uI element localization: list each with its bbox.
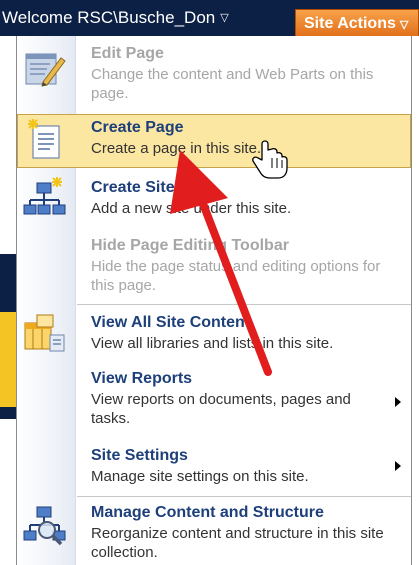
site-actions-menu: Edit Page Change the content and Web Par… bbox=[16, 36, 412, 565]
page-background-band bbox=[0, 407, 16, 419]
menu-item-site-settings[interactable]: Site Settings Manage site settings on th… bbox=[17, 442, 411, 492]
menu-item-view-reports[interactable]: View Reports View reports on documents, … bbox=[17, 365, 411, 439]
menu-item-create-page[interactable]: Create Page Create a page in this site. bbox=[17, 114, 411, 168]
menu-item-title: Hide Page Editing Toolbar bbox=[91, 237, 289, 254]
menu-separator bbox=[77, 496, 411, 497]
create-page-icon bbox=[23, 118, 67, 162]
menu-item-description: View all libraries and lists in this sit… bbox=[91, 335, 334, 352]
menu-item-title: View Reports bbox=[91, 370, 193, 387]
menu-item-description: View reports on documents, pages and tas… bbox=[91, 391, 351, 427]
menu-item-description: Reorganize content and structure in this… bbox=[91, 525, 384, 561]
page-background bbox=[0, 36, 16, 565]
menu-item-title: Site Settings bbox=[91, 447, 188, 464]
menu-item-create-site[interactable]: Create Site Add a new site under this si… bbox=[17, 174, 411, 230]
site-actions-button[interactable]: Site Actions ▽ bbox=[295, 9, 419, 36]
page-background-band bbox=[0, 312, 16, 407]
submenu-arrow-icon bbox=[395, 397, 401, 407]
submenu-arrow-icon bbox=[395, 461, 401, 471]
menu-item-description: Create a page in this site. bbox=[91, 140, 262, 157]
menu-item-title: Create Site bbox=[91, 179, 175, 196]
top-bar: Welcome RSC\Busche_Don ▽ Site Actions ▽ bbox=[0, 0, 419, 36]
edit-page-icon bbox=[23, 46, 67, 90]
welcome-label: Welcome RSC\Busche_Don bbox=[2, 8, 216, 27]
menu-item-title: Manage Content and Structure bbox=[91, 504, 324, 521]
menu-item-edit-page[interactable]: Edit Page Change the content and Web Par… bbox=[17, 40, 411, 108]
menu-item-hide-page-editing-toolbar[interactable]: Hide Page Editing Toolbar Hide the page … bbox=[17, 232, 411, 302]
menu-item-description: Manage site settings on this site. bbox=[91, 468, 309, 485]
menu-item-view-all-site-content[interactable]: View All Site Content View all libraries… bbox=[17, 309, 411, 361]
site-actions-label: Site Actions bbox=[304, 15, 396, 32]
create-site-icon bbox=[23, 176, 67, 220]
welcome-menu[interactable]: Welcome RSC\Busche_Don ▽ bbox=[2, 0, 229, 36]
caret-down-icon: ▽ bbox=[399, 19, 409, 31]
menu-separator bbox=[77, 304, 411, 305]
menu-item-title: Edit Page bbox=[91, 45, 164, 62]
caret-down-icon: ▽ bbox=[220, 12, 229, 24]
page-background-band bbox=[0, 254, 16, 312]
menu-item-description: Change the content and Web Parts on this… bbox=[91, 66, 374, 102]
menu-item-description: Add a new site under this site. bbox=[91, 200, 292, 217]
menu-item-title: View All Site Content bbox=[91, 314, 251, 331]
menu-item-description: Hide the page status and editing options… bbox=[91, 258, 381, 294]
manage-content-icon bbox=[23, 503, 67, 547]
menu-item-title: Create Page bbox=[91, 119, 184, 136]
view-all-content-icon bbox=[23, 311, 67, 355]
menu-item-manage-content-and-structure[interactable]: Manage Content and Structure Reorganize … bbox=[17, 499, 411, 563]
